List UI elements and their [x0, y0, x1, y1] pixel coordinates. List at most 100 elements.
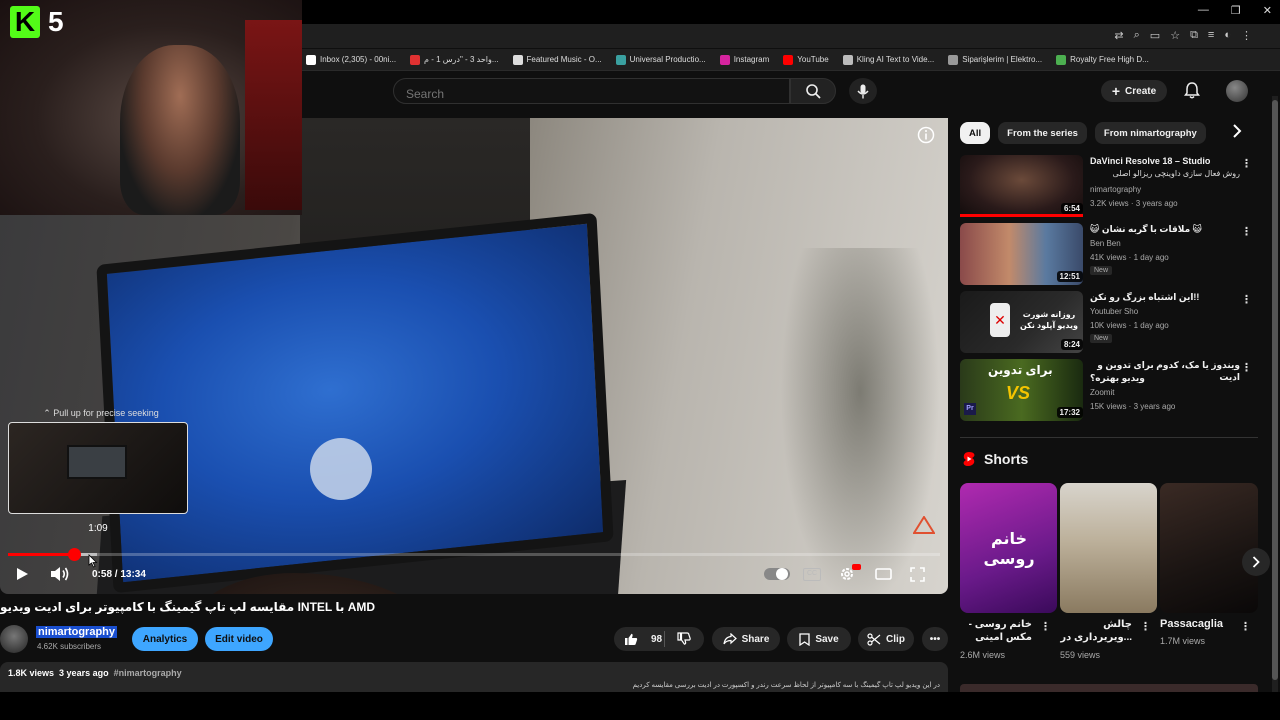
progress-bar[interactable]: [8, 553, 940, 556]
bookmark[interactable]: Instagram: [719, 54, 769, 65]
bookmark[interactable]: Kling AI Text to Vide...: [842, 54, 934, 65]
account-avatar[interactable]: [1226, 80, 1248, 102]
share-button[interactable]: Share: [712, 627, 780, 651]
profile-icon[interactable]: ◐: [1224, 29, 1231, 42]
progress-played: [8, 553, 74, 556]
chips-next-button[interactable]: [1232, 124, 1242, 138]
thumbs-down-icon: [677, 632, 691, 645]
new-badge: New: [1090, 334, 1113, 343]
webcam-background-light: [245, 20, 302, 210]
recommendation-channel[interactable]: nimartography: [1090, 185, 1141, 194]
kick-logo: K: [10, 6, 40, 38]
scrollbar-thumb[interactable]: [1272, 100, 1278, 680]
recommendation-item[interactable]: برای تدوین VS Pr 17:32 ویندوز یا مک، کدو…: [960, 359, 1265, 421]
recommendation-item[interactable]: روزانه شورت ویدیو آپلود نکن ✕ 8:24 این ا…: [960, 291, 1265, 353]
duration-badge: 6:54: [1060, 203, 1083, 214]
short-thumbnail[interactable]: [1160, 483, 1258, 613]
channel-avatar[interactable]: [0, 625, 28, 653]
recommendation-menu[interactable]: ⋮: [1241, 225, 1252, 238]
more-actions-button[interactable]: •••: [922, 627, 948, 651]
close-window-button[interactable]: ✕: [1263, 4, 1272, 17]
theater-mode-button[interactable]: [875, 568, 892, 580]
recommendation-menu[interactable]: ⋮: [1241, 293, 1252, 306]
fullscreen-icon: [910, 567, 925, 582]
create-button[interactable]: + Create: [1101, 80, 1167, 102]
info-icon[interactable]: [917, 126, 935, 144]
short-overlay-text: خانم روسی: [983, 531, 1035, 568]
recommendation-meta: 3.2K views · 3 years ago: [1090, 199, 1178, 208]
edit-video-button[interactable]: Edit video: [205, 627, 273, 651]
clip-button[interactable]: Clip: [858, 627, 914, 651]
hashtag-link[interactable]: #nimartography: [114, 668, 182, 678]
channel-name[interactable]: nimartography: [36, 626, 118, 638]
chevron-right-icon: [1233, 124, 1242, 138]
bookmark[interactable]: واحد 3 - "درس 1 - م...: [410, 54, 499, 65]
chip-from-channel[interactable]: From nimartography: [1094, 122, 1206, 144]
recommendation-menu[interactable]: ⋮: [1241, 157, 1252, 170]
description-box[interactable]: 1.8K views 3 years ago #nimartography در…: [0, 662, 948, 692]
chip-all[interactable]: All: [960, 122, 991, 144]
bell-icon: [1184, 82, 1200, 99]
video-title: مقایسه لپ تاپ گیمینگ با کامپیوتر برای اد…: [0, 600, 376, 614]
youtube-icon: [783, 54, 794, 65]
gmail-icon: [306, 54, 316, 65]
recommendation-meta: 15K views · 3 years ago: [1090, 402, 1176, 411]
zoom-icon[interactable]: ⌕: [1134, 29, 1140, 42]
short-views: 1.7M views: [1160, 636, 1206, 646]
short-menu[interactable]: ⋮: [1040, 620, 1051, 633]
thumbs-up-icon: [625, 633, 638, 645]
star-icon[interactable]: ☆: [1170, 29, 1180, 42]
notifications-button[interactable]: [1184, 82, 1200, 99]
dislike-button[interactable]: [677, 632, 691, 645]
bookmark[interactable]: Featured Music - O...: [512, 54, 602, 65]
playlist-icon[interactable]: ≡: [1208, 29, 1214, 42]
volume-icon: [51, 567, 69, 581]
cross-icon: ✕: [990, 303, 1010, 337]
short-thumbnail[interactable]: خانم روسی: [960, 483, 1057, 613]
scrubber-handle[interactable]: [68, 548, 81, 561]
video-scene-laptop-screen: [96, 212, 614, 594]
upload-age: 3 years ago: [59, 668, 109, 678]
short-menu[interactable]: ⋮: [1240, 620, 1251, 633]
webcam-overlay: K 5: [0, 0, 302, 215]
extensions-icon[interactable]: ⧉: [1190, 29, 1198, 42]
chip-from-series[interactable]: From the series: [998, 122, 1087, 144]
recommendation-menu[interactable]: ⋮: [1241, 361, 1252, 374]
instagram-icon: [719, 54, 730, 65]
translate-icon[interactable]: ⇄: [1114, 29, 1123, 42]
new-badge: New: [1090, 266, 1113, 275]
short-title: چالش ...ویریرداری در: [1060, 619, 1132, 643]
globe-icon: [615, 54, 626, 65]
bookmark[interactable]: Royalty Free High D...: [1056, 54, 1149, 65]
recommendation-channel[interactable]: Ben Ben: [1090, 239, 1121, 248]
cast-icon[interactable]: ▭: [1150, 29, 1160, 42]
search-input[interactable]: [393, 78, 790, 104]
like-count: 98: [651, 633, 663, 645]
restore-button[interactable]: ❐: [1231, 4, 1241, 17]
bookmark[interactable]: YouTube: [783, 54, 829, 65]
recommendation-channel[interactable]: Zoomit: [1090, 388, 1114, 397]
fullscreen-button[interactable]: [910, 567, 925, 582]
recommendation-item[interactable]: 12:51 😺 ملاقات با گربه نشان 😺 Ben Ben 41…: [960, 223, 1265, 285]
recommendation-item[interactable]: 6:54 DaVinci Resolve 18 – Studio روش فعا…: [960, 155, 1265, 217]
search-button[interactable]: [790, 78, 836, 104]
volume-button[interactable]: [50, 566, 70, 582]
short-title: Passacaglia: [1160, 618, 1223, 630]
minimize-button[interactable]: —: [1198, 4, 1209, 17]
short-views: 559 views: [1060, 650, 1101, 660]
recommendation-subtitle: روش فعال سازی داوینچی ریزالو اصلی: [1112, 169, 1240, 178]
analytics-button[interactable]: Analytics: [132, 627, 198, 651]
save-button[interactable]: Save: [787, 627, 851, 651]
short-thumbnail[interactable]: [1060, 483, 1157, 613]
voice-search-button[interactable]: [849, 78, 877, 104]
bookmark[interactable]: Universal Productio...: [615, 54, 706, 65]
captions-button[interactable]: CC: [803, 568, 821, 581]
bookmark[interactable]: Inbox (2,305) - 00ni...: [306, 54, 396, 65]
shorts-next-button[interactable]: [1242, 548, 1270, 576]
short-menu[interactable]: ⋮: [1140, 620, 1151, 633]
filter-chips: All From the series From nimartography: [960, 122, 1206, 144]
play-button[interactable]: [14, 566, 30, 582]
recommendation-channel[interactable]: Youtuber Sho: [1090, 307, 1138, 316]
bookmark[interactable]: Siparişlerim | Elektro...: [948, 54, 1042, 65]
kebab-menu-icon[interactable]: ⋮: [1241, 29, 1252, 42]
